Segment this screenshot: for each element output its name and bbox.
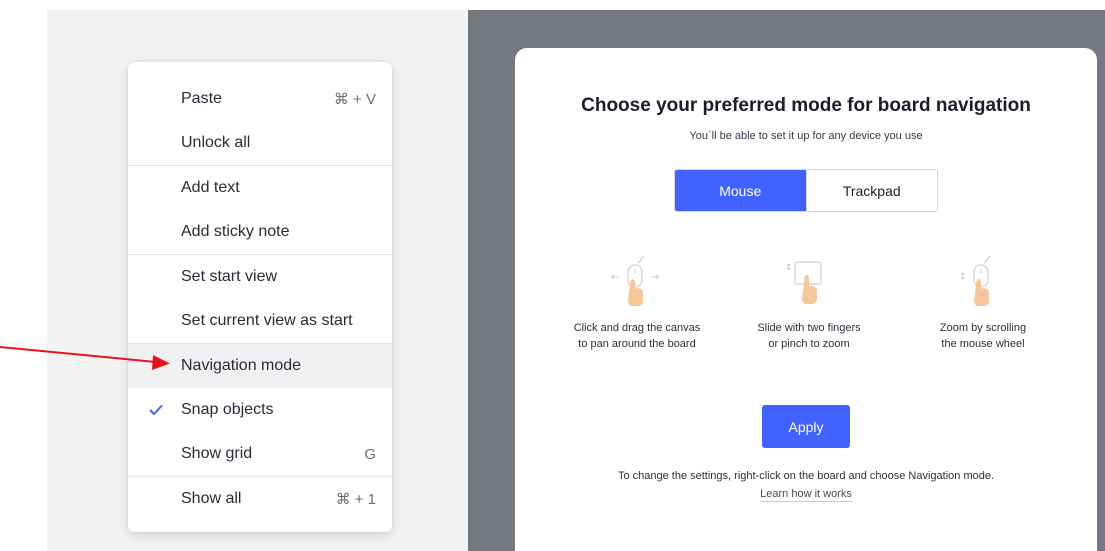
menu-item-label: Show all xyxy=(181,490,242,507)
shortcut-paste: ⌘ + V xyxy=(333,91,376,108)
menu-item-show-grid[interactable]: Show grid G xyxy=(128,432,392,476)
apply-button[interactable]: Apply xyxy=(762,405,850,448)
menu-item-navigation-mode[interactable]: Navigation mode xyxy=(128,344,392,388)
caption-line: Zoom by scrolling xyxy=(939,322,1027,334)
hand-trackpad-icon: ↕ xyxy=(785,261,822,304)
mode-toggle: Mouse Trackpad xyxy=(674,169,938,212)
shortcut-show-grid: G xyxy=(364,445,376,463)
svg-text:→: → xyxy=(651,272,659,283)
caption-line: Click and drag the canvas xyxy=(573,322,701,334)
menu-item-label: Add text xyxy=(181,179,240,196)
dialog-footer: To change the settings, right-click on t… xyxy=(617,470,995,482)
context-menu: Paste ⌘ + V Unlock all Add text Add stic… xyxy=(128,62,392,532)
dialog-subtitle: You`ll be able to set it up for any devi… xyxy=(689,130,923,142)
caption-line: the mouse wheel xyxy=(941,338,1025,350)
shortcut-show-all: ⌘ + 1 xyxy=(335,491,376,508)
menu-item-label: Show grid xyxy=(181,445,253,462)
menu-item-label: Set current view as start xyxy=(181,312,353,329)
menu-item-label: Navigation mode xyxy=(181,357,302,374)
navigation-mode-dialog: Choose your preferred mode for board nav… xyxy=(515,48,1097,551)
menu-item-add-text[interactable]: Add text xyxy=(128,166,392,210)
menu-item-set-current-view-as-start[interactable]: Set current view as start xyxy=(128,299,392,343)
menu-item-label: Set start view xyxy=(181,268,278,285)
option-caption-drag: Click and drag the canvas to pan around … xyxy=(552,320,722,352)
menu-item-label: Paste xyxy=(181,90,222,107)
hand-scroll-wheel-icon: ↕ xyxy=(959,255,991,306)
hand-drag-mouse-icon: ← → xyxy=(611,255,659,306)
caption-line: to pan around the board xyxy=(578,338,696,350)
caption-line: Slide with two fingers xyxy=(757,322,861,334)
menu-item-label: Add sticky note xyxy=(181,223,290,240)
menu-item-show-all[interactable]: Show all ⌘ + 1 xyxy=(128,477,392,521)
svg-text:↕: ↕ xyxy=(959,272,967,282)
tab-trackpad[interactable]: Trackpad xyxy=(805,170,937,211)
svg-text:←: ← xyxy=(611,272,619,283)
option-caption-scroll: Zoom by scrolling the mouse wheel xyxy=(898,320,1068,352)
menu-item-add-sticky-note[interactable]: Add sticky note xyxy=(128,210,392,254)
tab-mouse[interactable]: Mouse xyxy=(675,170,806,211)
menu-item-label: Snap objects xyxy=(181,401,274,418)
option-caption-slide: Slide with two fingers or pinch to zoom xyxy=(724,320,894,352)
learn-link-wrapper: Learn how it works xyxy=(515,488,1097,502)
menu-item-unlock-all[interactable]: Unlock all xyxy=(128,121,392,165)
menu-item-paste[interactable]: Paste ⌘ + V xyxy=(128,77,392,121)
checkmark-icon xyxy=(149,405,163,415)
dialog-title: Choose your preferred mode for board nav… xyxy=(581,95,1031,116)
caption-line: or pinch to zoom xyxy=(768,338,850,350)
svg-text:↕: ↕ xyxy=(785,263,793,273)
learn-how-it-works-link[interactable]: Learn how it works xyxy=(760,488,852,502)
menu-item-label: Unlock all xyxy=(181,134,251,151)
menu-item-snap-objects[interactable]: Snap objects xyxy=(128,388,392,432)
menu-item-set-start-view[interactable]: Set start view xyxy=(128,255,392,299)
